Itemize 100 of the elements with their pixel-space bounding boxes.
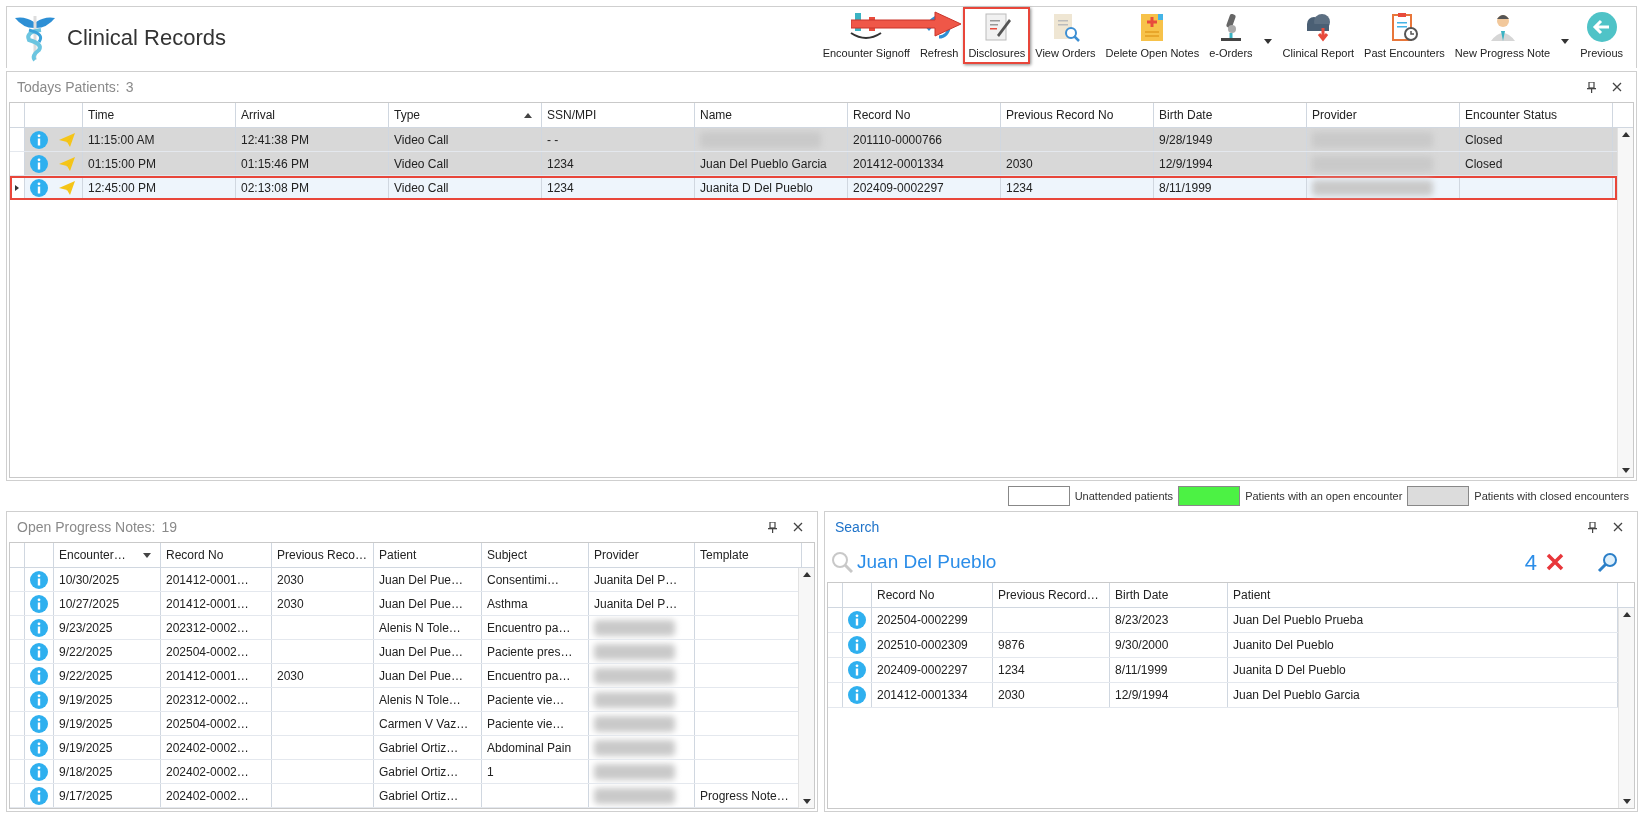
info-icon[interactable] — [30, 738, 48, 757]
table-cell-text: 9876 — [998, 637, 1025, 654]
info-icon[interactable] — [848, 661, 866, 679]
column-header[interactable]: Time — [83, 103, 236, 127]
scroll-up-icon[interactable] — [802, 572, 811, 577]
dropdown-caret-icon[interactable] — [1561, 39, 1570, 44]
table-row[interactable]: 9/18/2025 202402-0002… Gabriel Ortiz… 1 — [10, 760, 798, 784]
info-icon[interactable] — [30, 690, 48, 709]
column-header[interactable]: Record No — [161, 543, 272, 567]
scroll-down-icon[interactable] — [1621, 468, 1630, 473]
table-cell-text: 9/22/2025 — [59, 643, 113, 661]
table-row[interactable]: 11:15:00 AM 12:41:38 PM Video Call - - 201110-0000766 9/28/1949 Closed — [10, 128, 1617, 152]
column-header[interactable]: Provider — [1307, 103, 1460, 127]
toolbar-button[interactable]: Disclosures — [963, 6, 1031, 64]
scroll-up-icon[interactable] — [1621, 132, 1630, 137]
column-header[interactable]: Record No — [848, 103, 1001, 127]
table-row[interactable]: 201412-0001334 2030 12/9/1994 Juan Del Pueblo Garcia — [828, 683, 1618, 708]
scrollbar[interactable] — [1617, 128, 1633, 477]
column-header[interactable]: Type — [389, 103, 542, 127]
column-header[interactable]: Encounter Status — [1460, 103, 1613, 127]
table-cell-text: 01:15:46 PM — [241, 155, 310, 173]
table-row[interactable]: 9/19/2025 202402-0002… Gabriel Ortiz… Abdominal Pain — [10, 736, 798, 760]
panel-count: 19 — [161, 517, 178, 537]
info-icon[interactable] — [30, 130, 48, 149]
pin-icon[interactable] — [1587, 81, 1596, 93]
column-header[interactable]: Patient — [374, 543, 482, 567]
table-cell-text: 201412-0001… — [166, 595, 249, 613]
row-header-cell[interactable] — [10, 128, 25, 151]
pin-icon[interactable] — [768, 521, 777, 533]
info-icon[interactable] — [30, 762, 48, 781]
column-header[interactable]: Previous Record… — [993, 583, 1110, 607]
column-header[interactable]: Previous Reco… — [272, 543, 374, 567]
row-header-cell[interactable] — [10, 152, 25, 175]
info-icon[interactable] — [848, 636, 866, 654]
info-icon[interactable] — [30, 154, 48, 173]
toolbar-button[interactable]: Delete Open Notes — [1100, 6, 1205, 64]
info-icon[interactable] — [30, 570, 48, 589]
table-cell-text: Juanita D Del Pueblo — [1233, 662, 1346, 679]
table-cell-text: Juan Del Pueblo Prueba — [1233, 612, 1364, 629]
table-row[interactable]: 202409-0002297 1234 8/11/1999 Juanita D Del Pueblo — [828, 658, 1618, 683]
column-header[interactable]: Name — [695, 103, 848, 127]
table-row[interactable]: 01:15:00 PM 01:15:46 PM Video Call 1234 Juan Del Pueblo Garcia 201412-0001334 2030 12/9/1994 Closed — [10, 152, 1617, 176]
info-icon[interactable] — [30, 642, 48, 661]
column-header[interactable]: Encounter… — [54, 543, 161, 567]
table-row[interactable]: 202504-0002299 8/23/2023 Juan Del Pueblo Prueba — [828, 608, 1618, 633]
close-icon[interactable] — [1613, 522, 1623, 532]
column-header[interactable]: Record No — [872, 583, 993, 607]
clear-search-icon[interactable] — [1545, 552, 1565, 572]
toolbar-button[interactable]: New Progress Note — [1449, 6, 1556, 64]
scroll-down-icon[interactable] — [802, 799, 811, 804]
table-row[interactable]: 10/27/2025 201412-0001… 2030 Juan Del Pue… Asthma Juanita Del P… — [10, 592, 798, 616]
column-header[interactable]: Previous Record No — [1001, 103, 1154, 127]
info-icon[interactable] — [30, 714, 48, 733]
table-cell-text: Encuentro pa… — [487, 667, 571, 685]
dropdown-caret-icon[interactable] — [1263, 39, 1272, 44]
info-icon[interactable] — [848, 686, 866, 704]
column-header[interactable]: Subject — [482, 543, 589, 567]
info-icon[interactable] — [30, 618, 48, 637]
row-header-cell[interactable] — [10, 176, 25, 200]
table-row[interactable]: 10/30/2025 201412-0001… 2030 Juan Del Pue… Consentimi… Juanita Del P… — [10, 568, 798, 592]
table-row[interactable]: 9/19/2025 202312-0002… Alenis N Tole… Paciente vie… — [10, 688, 798, 712]
scroll-up-icon[interactable] — [1622, 612, 1631, 617]
info-icon[interactable] — [30, 594, 48, 613]
table-row[interactable]: 9/23/2025 202312-0002… Alenis N Tole… Encuentro pa… — [10, 616, 798, 640]
close-icon[interactable] — [1612, 82, 1622, 92]
table-cell-text: Video Call — [394, 180, 449, 197]
close-icon[interactable] — [793, 522, 803, 532]
table-row[interactable]: 9/17/2025 202402-0002… Gabriel Ortiz… Progress Note… — [10, 784, 798, 808]
search-icon[interactable] — [1597, 551, 1619, 573]
table-row[interactable]: 202510-0002309 9876 9/30/2000 Juanito Del Pueblo — [828, 633, 1618, 658]
toolbar-button[interactable]: View Orders — [1030, 6, 1101, 64]
table-row[interactable]: 12:45:00 PM 02:13:08 PM Video Call 1234 Juanita D Del Pueblo 202409-0002297 1234 8/11/1999 — [10, 176, 1617, 200]
info-icon[interactable] — [30, 786, 48, 805]
table-row[interactable]: 9/22/2025 201412-0001… 2030 Juan Del Pue… Encuentro pa… — [10, 664, 798, 688]
toolbar-button[interactable]: Past Encounters — [1359, 6, 1450, 64]
info-icon[interactable] — [30, 666, 48, 685]
column-header[interactable]: Arrival — [236, 103, 389, 127]
table-row[interactable]: 9/19/2025 202504-0002… Carmen V Vaz… Paciente vie… — [10, 712, 798, 736]
column-header[interactable]: Birth Date — [1154, 103, 1307, 127]
pin-icon[interactable] — [1588, 521, 1597, 533]
column-header[interactable]: SSN/MPI — [542, 103, 695, 127]
scrollbar[interactable] — [798, 568, 814, 808]
scrollbar[interactable] — [1618, 608, 1634, 808]
column-header[interactable]: Provider — [589, 543, 695, 567]
table-cell-text: 11:15:00 AM — [88, 131, 155, 149]
toolbar-button[interactable]: Clinical Report — [1277, 6, 1360, 64]
scroll-down-icon[interactable] — [1622, 799, 1631, 804]
sort-ascending-icon[interactable] — [524, 112, 532, 118]
info-icon[interactable] — [848, 611, 866, 629]
column-header[interactable]: Template — [695, 543, 802, 567]
sort-descending-icon[interactable] — [143, 552, 151, 558]
toolbar-button[interactable]: Previous — [1575, 6, 1628, 64]
info-icon[interactable] — [30, 179, 48, 197]
legend-label: Patients with an open encounter — [1245, 488, 1403, 504]
table-cell-text: Gabriel Ortiz… — [379, 763, 459, 781]
toolbar-button[interactable]: e-Orders — [1204, 6, 1258, 64]
table-row[interactable]: 9/22/2025 202504-0002… Juan Del Pue… Paciente pres… — [10, 640, 798, 664]
column-header[interactable]: Birth Date — [1110, 583, 1228, 607]
table-cell-text: 9/22/2025 — [59, 667, 113, 685]
column-header[interactable]: Patient — [1228, 583, 1618, 607]
